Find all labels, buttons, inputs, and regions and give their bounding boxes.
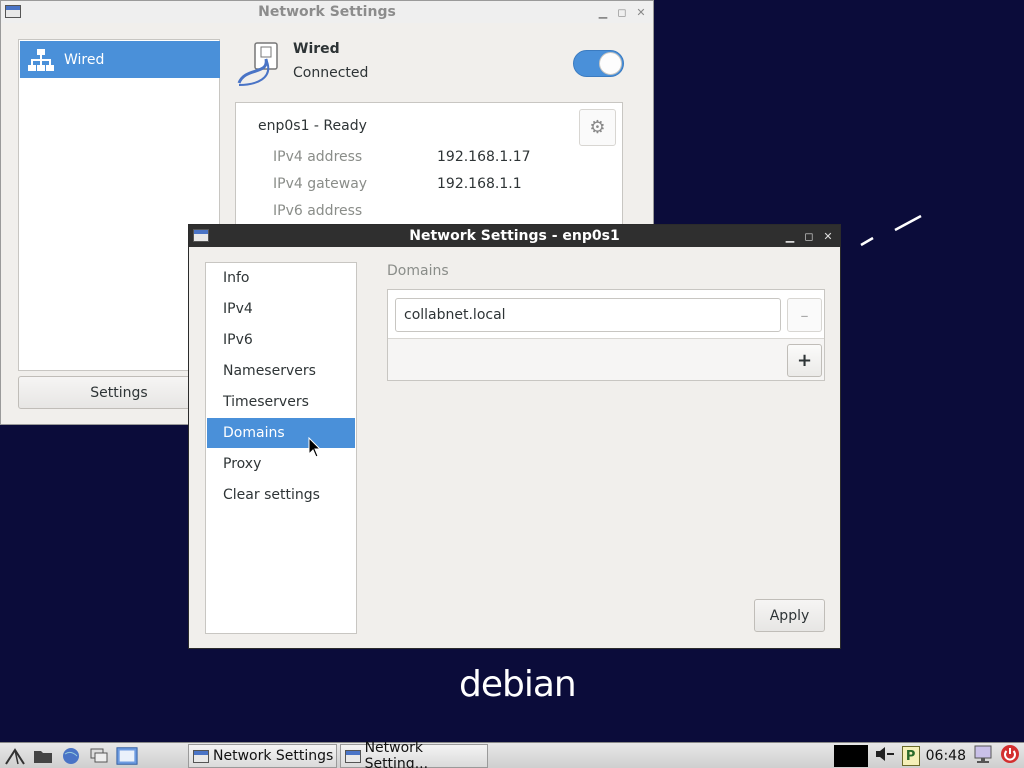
list-item: collabnet.local –	[388, 290, 824, 339]
close-icon[interactable]: ✕	[820, 228, 836, 244]
ethernet-cable-icon	[237, 42, 278, 86]
connection-toggle-switch[interactable]	[573, 50, 624, 77]
ipv4-address-value: 192.168.1.17	[437, 149, 531, 165]
settings-page-list: Info IPv4 IPv6 Nameservers Timeservers D…	[205, 262, 357, 634]
taskbar: Network Settings Network Setting... P 06…	[0, 740, 1024, 768]
main-window-title: Network Settings	[258, 4, 396, 20]
page-item-domains[interactable]: Domains	[207, 418, 355, 448]
connection-name: Wired	[293, 41, 340, 57]
page-item-proxy[interactable]: Proxy	[207, 449, 355, 479]
sidebar-item-wired[interactable]: Wired	[20, 41, 220, 78]
ipv6-address-label: IPv6 address	[273, 203, 363, 219]
page-item-clear-settings[interactable]: Clear settings	[207, 480, 355, 510]
show-desktop-icon[interactable]	[88, 746, 110, 766]
ipv4-gateway-label: IPv4 gateway	[273, 176, 368, 192]
interface-title: enp0s1 - Ready	[258, 118, 367, 134]
taskbar-item-label: Network Setting...	[364, 740, 429, 768]
remove-domain-button[interactable]: –	[787, 298, 822, 332]
page-item-nameservers[interactable]: Nameservers	[207, 356, 355, 386]
dialog-titlebar[interactable]: Network Settings - enp0s1 ▁ ◻ ✕	[189, 225, 840, 247]
maximize-icon[interactable]: ◻	[801, 228, 817, 244]
connection-status: Connected	[293, 65, 369, 81]
web-browser-icon[interactable]	[60, 746, 82, 766]
interface-settings-dialog: Network Settings - enp0s1 ▁ ◻ ✕ Info IPv…	[188, 224, 841, 649]
desktop-swirl-decoration	[860, 214, 922, 247]
page-item-ipv6[interactable]: IPv6	[207, 325, 355, 355]
debian-logo: debian	[459, 664, 577, 705]
domains-list: collabnet.local – +	[387, 289, 825, 381]
ipv4-gateway-value: 192.168.1.1	[437, 176, 522, 192]
maximize-icon[interactable]: ◻	[614, 4, 630, 20]
taskbar-item-label: Network Settings	[213, 748, 334, 764]
taskbar-item-network-settings[interactable]: Network Settings	[188, 744, 337, 768]
power-icon[interactable]	[1000, 744, 1020, 768]
clock[interactable]: 06:48	[926, 748, 966, 764]
page-item-timeservers[interactable]: Timeservers	[207, 387, 355, 417]
interface-details-panel: enp0s1 - Ready ⚙ IPv4 address 192.168.1.…	[235, 102, 623, 232]
mouse-pointer-icon	[308, 437, 322, 458]
domains-heading: Domains	[387, 263, 449, 279]
wired-network-icon	[28, 48, 54, 71]
file-manager-icon[interactable]	[32, 746, 54, 766]
minimize-icon[interactable]: ▁	[595, 4, 611, 20]
taskbar-item-network-settings-dialog[interactable]: Network Setting...	[340, 740, 488, 768]
main-titlebar[interactable]: Network Settings ▁ ◻ ✕	[1, 1, 653, 23]
tray-p-icon[interactable]: P	[901, 746, 920, 766]
minimize-icon[interactable]: ▁	[782, 228, 798, 244]
close-icon[interactable]: ✕	[633, 4, 649, 20]
tray-blank-area	[833, 745, 868, 767]
window-app-icon	[193, 229, 209, 242]
start-menu-icon[interactable]	[4, 746, 26, 766]
ipv4-address-label: IPv4 address	[273, 149, 363, 165]
apply-button[interactable]: Apply	[754, 599, 825, 632]
window-app-icon	[5, 5, 21, 18]
sidebar-item-label: Wired	[64, 51, 105, 68]
add-domain-button[interactable]: +	[787, 344, 822, 377]
page-item-ipv4[interactable]: IPv4	[207, 294, 355, 324]
domain-input[interactable]: collabnet.local	[395, 298, 781, 332]
workspace-switcher-icon[interactable]	[116, 746, 138, 766]
network-status-icon[interactable]	[972, 744, 994, 768]
gear-icon[interactable]: ⚙	[579, 109, 616, 146]
page-item-info[interactable]: Info	[207, 263, 355, 293]
window-app-icon	[345, 749, 361, 763]
dialog-title: Network Settings - enp0s1	[409, 228, 620, 244]
toggle-knob	[599, 52, 622, 75]
window-app-icon	[193, 749, 209, 763]
volume-icon[interactable]	[874, 745, 896, 767]
